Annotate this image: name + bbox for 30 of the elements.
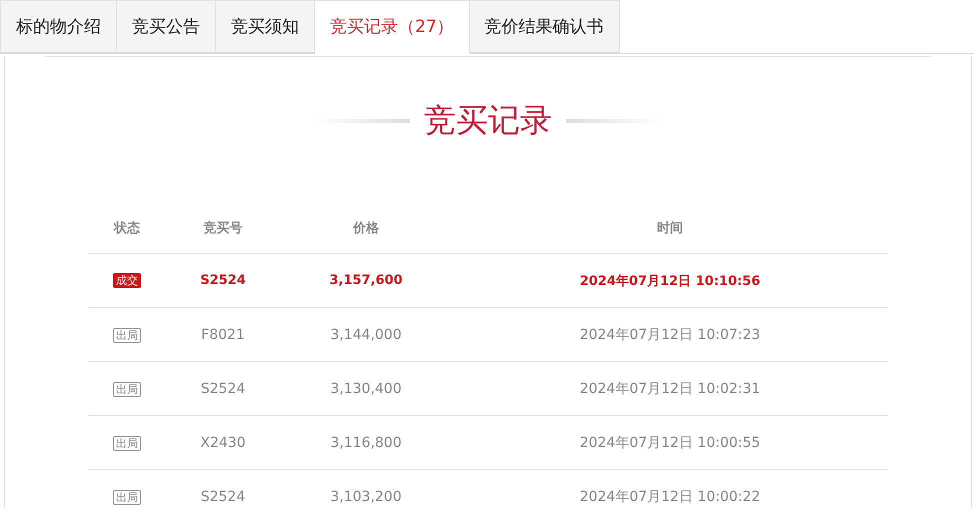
tab[interactable]: 竞买记录（27）	[315, 0, 470, 54]
column-header: 状态	[88, 203, 166, 254]
table-cell: 2024年07月12日 10:00:55	[580, 434, 760, 450]
status-badge: 出局	[113, 328, 141, 342]
table-cell: 2024年07月12日 10:02:31	[580, 380, 760, 396]
table-cell: 3,116,800	[330, 434, 402, 450]
table-cell: S2524	[200, 273, 246, 288]
table-cell: 3,144,000	[330, 326, 402, 342]
table-cell: 3,157,600	[329, 273, 403, 288]
table-cell: 2024年07月12日 10:07:23	[580, 326, 760, 342]
table-cell: 2024年07月12日 10:10:56	[580, 274, 760, 288]
status-badge: 出局	[113, 382, 141, 396]
status-badge: 出局	[113, 436, 141, 450]
tab[interactable]: 竞买公告	[117, 0, 216, 53]
column-header: 价格	[280, 203, 452, 254]
table-cell: 3,103,200	[330, 488, 402, 504]
table-cell: S2524	[200, 380, 246, 396]
status-badge: 成交	[113, 273, 141, 288]
column-header: 竞买号	[166, 203, 280, 254]
column-header: 时间	[452, 203, 888, 254]
tab[interactable]: 竞价结果确认书	[470, 0, 620, 53]
table-cell: 3,130,400	[330, 380, 402, 396]
table-cell: S2524	[200, 488, 246, 504]
table-cell: 2024年07月12日 10:00:22	[580, 488, 760, 504]
tab[interactable]: 竞买须知	[216, 0, 315, 53]
section-title: 竞买记录	[424, 100, 552, 141]
table-cell: F8021	[201, 326, 245, 342]
status-badge: 出局	[113, 490, 141, 504]
table-cell: X2430	[200, 434, 246, 450]
tab[interactable]: 标的物介绍	[0, 0, 117, 53]
